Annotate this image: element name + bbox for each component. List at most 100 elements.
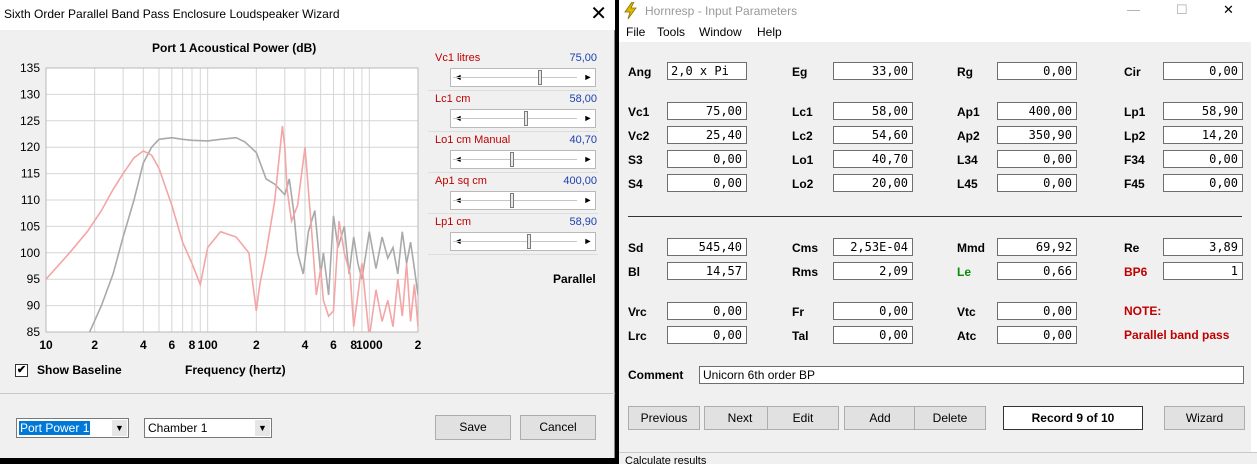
param-field-rg[interactable]: 0,00: [997, 62, 1077, 80]
param-field-tal[interactable]: 0,00: [833, 326, 913, 344]
hornresp-titlebar: Hornresp - Input Parameters — ☐ ✕: [619, 0, 1257, 22]
param-field-vc1[interactable]: 75,00: [667, 102, 747, 120]
close-icon[interactable]: ✕: [590, 3, 607, 25]
param-field-l45[interactable]: 0,00: [997, 174, 1077, 192]
slider-thumb[interactable]: [527, 234, 531, 249]
param-label-l34: L34: [957, 153, 978, 167]
param-label-cms: Cms: [792, 241, 819, 255]
edit-button[interactable]: Edit: [767, 406, 839, 430]
menu-window[interactable]: Window: [699, 25, 742, 39]
parameter-slider[interactable]: ◄ ►: [450, 68, 596, 87]
arrow-right-icon[interactable]: ►: [581, 70, 595, 85]
show-baseline-checkbox[interactable]: ✔: [15, 363, 28, 377]
wizard-button[interactable]: Wizard: [1164, 406, 1245, 430]
slider-value: 58,90: [569, 216, 597, 228]
record-indicator: Record 9 of 10: [1003, 406, 1143, 430]
comment-field[interactable]: Unicorn 6th order BP: [699, 366, 1244, 384]
slider-thumb[interactable]: [510, 193, 514, 208]
param-field-atc[interactable]: 0,00: [997, 326, 1077, 344]
parameter-slider[interactable]: ◄ ►: [450, 191, 596, 210]
parameter-slider[interactable]: ◄ ►: [450, 232, 596, 251]
param-field-bl[interactable]: 14,57: [667, 262, 747, 280]
param-field-cms[interactable]: 2,53E-04: [833, 238, 913, 256]
param-field-l34[interactable]: 0,00: [997, 150, 1077, 168]
slider-value: 58,00: [569, 93, 597, 105]
y-tick-label: 95: [27, 272, 41, 286]
param-label-cir: Cir: [1124, 65, 1141, 79]
y-tick-label: 135: [20, 61, 40, 75]
param-field-lp1[interactable]: 58,90: [1163, 102, 1243, 120]
param-field-sd[interactable]: 545,40: [667, 238, 747, 256]
parameter-slider[interactable]: ◄ ►: [450, 150, 596, 169]
param-field-vc2[interactable]: 25,40: [667, 126, 747, 144]
param-label-vc2: Vc2: [628, 129, 650, 143]
param-field-ap1[interactable]: 400,00: [997, 102, 1077, 120]
param-field-lo2[interactable]: 20,00: [833, 174, 913, 192]
slider-separator: [428, 90, 598, 91]
menu-file[interactable]: File: [626, 25, 645, 39]
show-baseline-toggle[interactable]: ✔ Show Baseline: [15, 363, 122, 377]
param-field-lp2[interactable]: 14,20: [1163, 126, 1243, 144]
param-field-lc1[interactable]: 58,00: [833, 102, 913, 120]
status-bar: Calculate results: [619, 452, 1257, 464]
param-field-lc2[interactable]: 54,60: [833, 126, 913, 144]
slider-thumb[interactable]: [524, 111, 528, 126]
param-field-ap2[interactable]: 350,90: [997, 126, 1077, 144]
hornresp-title: Hornresp - Input Parameters: [645, 4, 798, 18]
add-button[interactable]: Add: [844, 406, 916, 430]
wizard-window: Sixth Order Parallel Band Pass Enclosure…: [0, 0, 615, 458]
param-label-lp1: Lp1: [1124, 105, 1146, 119]
param-field-s3[interactable]: 0,00: [667, 150, 747, 168]
chevron-down-icon[interactable]: ▼: [112, 420, 127, 436]
save-button[interactable]: Save: [435, 415, 511, 440]
arrow-right-icon[interactable]: ►: [581, 152, 595, 167]
param-field-lrc[interactable]: 0,00: [667, 326, 747, 344]
y-tick-label: 100: [20, 246, 40, 260]
slider-thumb[interactable]: [510, 152, 514, 167]
chamber-select[interactable]: Chamber 1 ▼: [144, 418, 272, 438]
param-field-s4[interactable]: 0,00: [667, 174, 747, 192]
slider-separator: [428, 172, 598, 173]
x-tick-label: 6: [330, 338, 337, 352]
slider-value: 400,00: [563, 175, 597, 187]
mode-label: Parallel: [553, 272, 596, 286]
arrow-right-icon[interactable]: ►: [581, 111, 595, 126]
close-icon[interactable]: ✕: [1223, 2, 1234, 18]
param-label-lrc: Lrc: [628, 329, 647, 343]
param-field-ang[interactable]: 2,0 x Pi: [667, 62, 747, 80]
param-label-s3: S3: [628, 153, 643, 167]
param-field-mmd[interactable]: 69,92: [997, 238, 1077, 256]
slider-value: 75,00: [569, 52, 597, 64]
param-field-rms[interactable]: 2,09: [833, 262, 913, 280]
menu-tools[interactable]: Tools: [657, 25, 685, 39]
param-field-lo1[interactable]: 40,70: [833, 150, 913, 168]
param-field-vtc[interactable]: 0,00: [997, 302, 1077, 320]
menu-help[interactable]: Help: [757, 25, 782, 39]
param-field-f34[interactable]: 0,00: [1163, 150, 1243, 168]
param-field-eg[interactable]: 33,00: [833, 62, 913, 80]
param-field-bp6[interactable]: 1: [1163, 262, 1243, 280]
arrow-right-icon[interactable]: ►: [581, 234, 595, 249]
slider-thumb[interactable]: [538, 70, 542, 85]
chevron-down-icon[interactable]: ▼: [255, 420, 270, 436]
output-select[interactable]: Port Power 1 ▼: [16, 418, 129, 438]
minimize-icon[interactable]: —: [1127, 2, 1140, 17]
delete-button[interactable]: Delete: [914, 406, 986, 430]
slider-label: Vc1 litres: [435, 52, 481, 64]
param-field-re[interactable]: 3,89: [1163, 238, 1243, 256]
param-field-f45[interactable]: 0,00: [1163, 174, 1243, 192]
x-tick-label: 2: [91, 338, 98, 352]
param-field-fr[interactable]: 0,00: [833, 302, 913, 320]
cancel-button[interactable]: Cancel: [520, 415, 596, 440]
param-field-cir[interactable]: 0,00: [1163, 62, 1243, 80]
next-button[interactable]: Next: [704, 406, 776, 430]
param-field-le[interactable]: 0,66: [997, 262, 1077, 280]
maximize-icon[interactable]: ☐: [1176, 2, 1188, 18]
param-field-vrc[interactable]: 0,00: [667, 302, 747, 320]
parameter-slider[interactable]: ◄ ►: [450, 109, 596, 128]
wizard-titlebar: Sixth Order Parallel Band Pass Enclosure…: [0, 0, 615, 30]
param-label-atc: Atc: [957, 329, 977, 343]
slider-label: Lp1 cm: [435, 216, 472, 228]
arrow-right-icon[interactable]: ►: [581, 193, 595, 208]
previous-button[interactable]: Previous: [628, 406, 700, 430]
